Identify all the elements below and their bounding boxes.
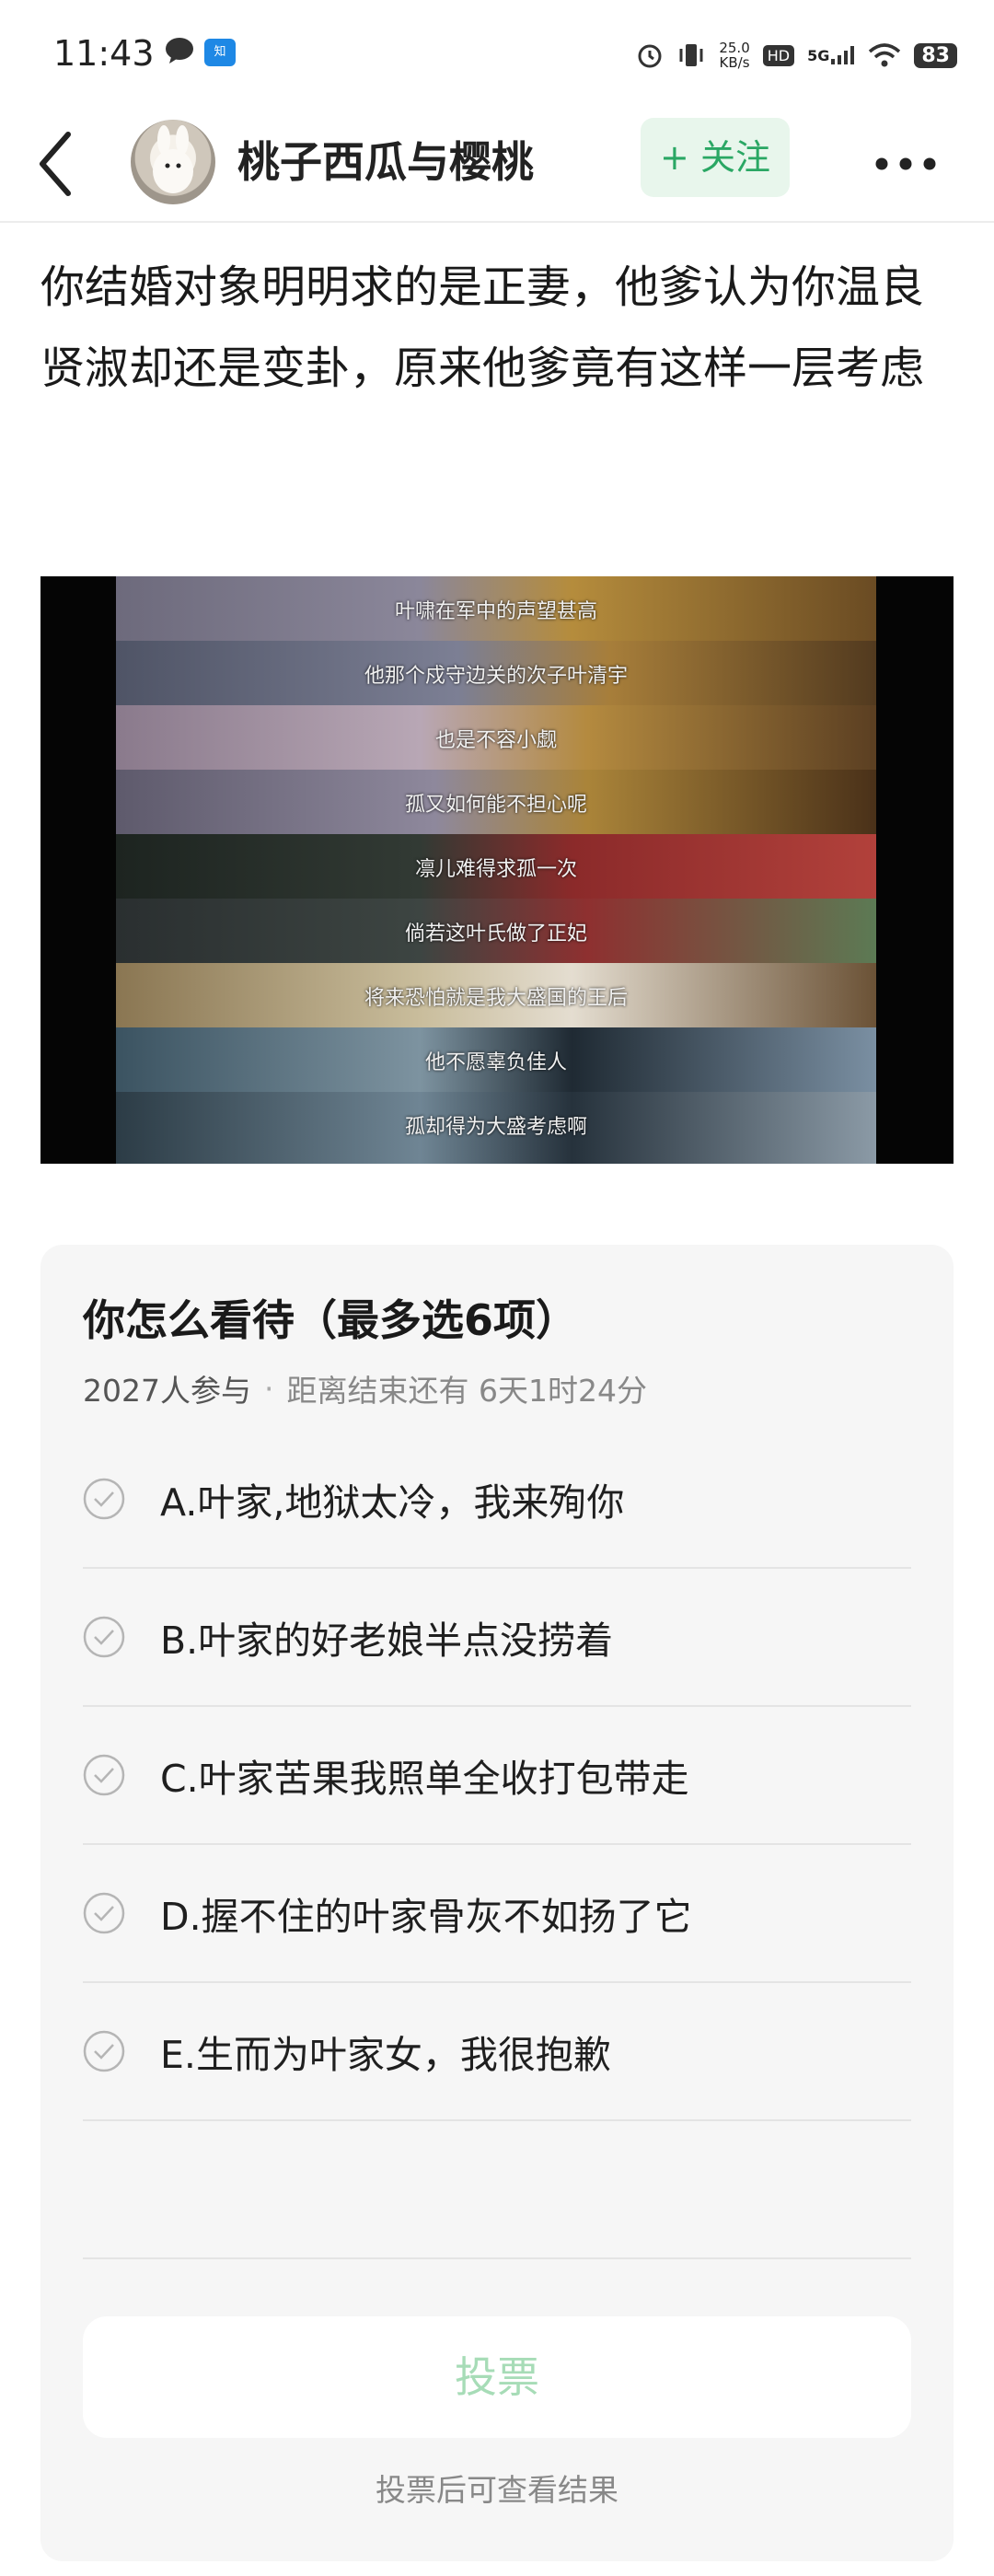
post-header: 桃子西瓜与樱桃 + 关注 [0, 109, 994, 223]
status-indicators: 25.0 KB/s HD 5G 83 [636, 33, 957, 77]
poll-meta: 2027人参与 · 距离结束还有 6天1时24分 [83, 1366, 647, 1410]
battery-icon: 83 [914, 42, 957, 68]
vibrate-icon [679, 44, 703, 66]
poll-option-label: E.生而为叶家女，我很抱歉 [160, 2033, 611, 2077]
subtitle-caption: 他不愿辜负佳人 [424, 1051, 567, 1074]
more-options-icon[interactable] [874, 157, 937, 171]
poll-participants: 2027人参与 [83, 1373, 251, 1409]
chat-bubble-icon [166, 38, 193, 64]
video-frame: 凛儿难得求孤一次 [116, 834, 876, 899]
poll-option[interactable]: D.握不住的叶家骨灰不如扬了它 [83, 1845, 911, 1983]
poll-option-placeholder [83, 2121, 911, 2259]
poll-option-label: B.叶家的好老娘半点没捞着 [160, 1619, 614, 1663]
video-frame: 孤却得为大盛考虑啊 [116, 1092, 876, 1164]
subtitle-caption: 叶啸在军中的声望甚高 [394, 600, 597, 623]
follow-button[interactable]: + 关注 [641, 118, 790, 197]
video-frame: 他不愿辜负佳人 [116, 1027, 876, 1092]
zhihu-app-icon: 知 [204, 39, 236, 66]
poll-option[interactable]: E.生而为叶家女，我很抱歉 [83, 1983, 911, 2121]
poll-option-label: A.叶家,地狱太冷，我来殉你 [160, 1480, 625, 1525]
signal-icon: 5G [807, 46, 855, 64]
author-name[interactable]: 桃子西瓜与樱桃 [237, 129, 534, 190]
check-circle-icon [83, 1754, 125, 1796]
subtitle-caption: 孤又如何能不担心呢 [404, 794, 587, 817]
subtitle-caption: 将来恐怕就是我大盛国的王后 [364, 987, 628, 1010]
author-avatar[interactable] [131, 120, 215, 204]
video-frame: 将来恐怕就是我大盛国的王后 [116, 963, 876, 1027]
network-speed: 25.0 KB/s [719, 40, 750, 71]
post-title: 你结婚对象明明求的是正妻，他爹认为你温良贤淑却还是变卦，原来他爹竟有这样一层考虑 [40, 261, 925, 394]
subtitle-caption: 孤却得为大盛考虑啊 [404, 1116, 587, 1139]
subtitle-caption: 凛儿难得求孤一次 [414, 858, 577, 881]
hd-badge: HD [762, 44, 795, 66]
poll-remaining-time: 距离结束还有 6天1时24分 [286, 1373, 647, 1409]
vote-hint: 投票后可查看结果 [376, 2472, 618, 2508]
check-circle-icon [83, 1478, 125, 1520]
vote-button[interactable]: 投票 [83, 2316, 911, 2438]
poll-option[interactable]: C.叶家苦果我照单全收打包带走 [83, 1707, 911, 1845]
poll-card: 你怎么看待（最多选6项） 2027人参与 · 距离结束还有 6天1时24分 A.… [40, 1245, 954, 2561]
poll-option-label: D.握不住的叶家骨灰不如扬了它 [160, 1895, 692, 1939]
alarm-icon [638, 44, 662, 68]
check-circle-icon [83, 1616, 125, 1658]
video-frame: 倘若这叶氏做了正妃 [116, 899, 876, 963]
separator-dot: · [263, 1370, 274, 1407]
video-frame: 孤又如何能不担心呢 [116, 770, 876, 834]
check-circle-icon [83, 2030, 125, 2072]
check-circle-icon [83, 1892, 125, 1934]
video-frame: 也是不容小觑 [116, 705, 876, 770]
poll-option[interactable]: B.叶家的好老娘半点没捞着 [83, 1569, 911, 1707]
subtitle-caption: 他那个戍守边关的次子叶清宇 [364, 665, 628, 688]
subtitle-caption: 也是不容小觑 [434, 729, 557, 752]
subtitle-caption: 倘若这叶氏做了正妃 [404, 922, 587, 946]
poll-option[interactable]: A.叶家,地狱太冷，我来殉你 [83, 1431, 911, 1569]
poll-options: A.叶家,地狱太冷，我来殉你 B.叶家的好老娘半点没捞着 C.叶家苦果我照单全收… [83, 1431, 911, 2259]
video-frame: 叶啸在军中的声望甚高 [116, 576, 876, 641]
poll-title: 你怎么看待（最多选6项） [83, 1295, 579, 1345]
video-screenshot-collage[interactable]: 叶啸在军中的声望甚高 他那个戍守边关的次子叶清宇 也是不容小觑 孤又如何能不担心… [40, 576, 954, 1164]
back-arrow-icon[interactable] [31, 127, 81, 201]
status-bar: 11:43 知 25.0 KB/s HD 5G 83 [0, 0, 994, 109]
wifi-icon [869, 43, 901, 67]
video-frame: 他那个戍守边关的次子叶清宇 [116, 641, 876, 705]
status-time: 11:43 [53, 33, 155, 74]
poll-option-label: C.叶家苦果我照单全收打包带走 [160, 1757, 689, 1801]
